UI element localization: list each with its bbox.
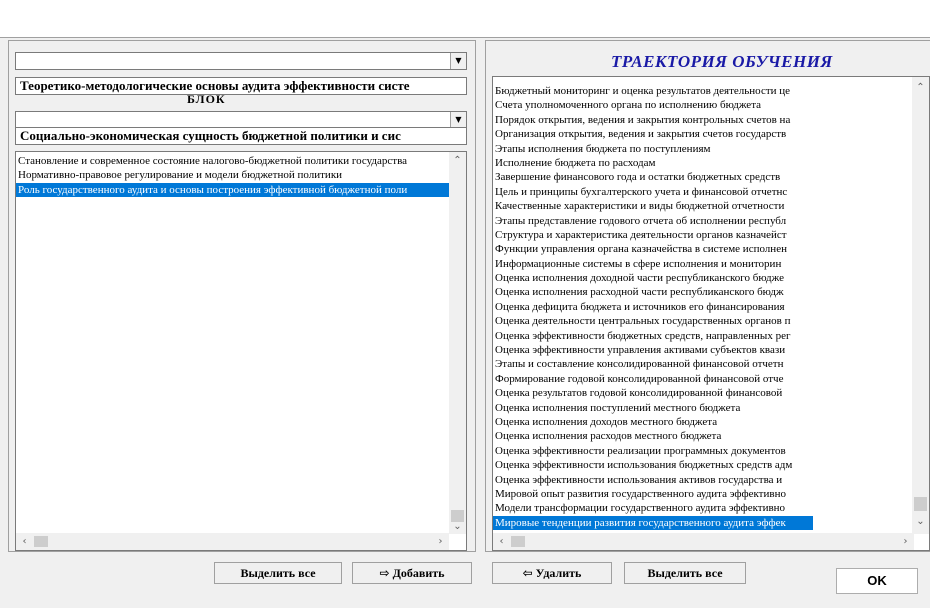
list-item[interactable]: Оценка эффективности использования актив… xyxy=(493,473,813,487)
select-all-left-label: Выделить все xyxy=(240,566,316,580)
add-button[interactable]: ⇨ Добавить xyxy=(352,562,472,584)
list-item[interactable]: Цель и принципы бухгалтерского учета и ф… xyxy=(493,185,813,199)
list-item[interactable]: Оценка эффективности управления активами… xyxy=(493,343,813,357)
list-item[interactable]: Бюджетный мониторинг и оценка результато… xyxy=(493,84,813,98)
scroll-right-icon[interactable]: › xyxy=(432,533,449,550)
list-item[interactable]: Оценка исполнения расходной части респуб… xyxy=(493,285,813,299)
list-item[interactable]: Мировые тенденции развития государственн… xyxy=(493,515,813,531)
delete-label: Удалить xyxy=(535,566,582,580)
arrow-right-icon: ⇨ xyxy=(379,566,390,580)
list-item[interactable]: Порядок открытия, ведения и закрытия кон… xyxy=(493,113,813,127)
list-item[interactable]: Роль государственного аудита и основы по… xyxy=(16,182,449,198)
list-item[interactable]: Оценка эффективности использования бюдже… xyxy=(493,458,813,472)
list-item[interactable]: Счета уполномоченного органа по исполнен… xyxy=(493,98,813,112)
trajectory-list[interactable]: Бюджетный мониторинг и оценка результато… xyxy=(492,76,930,551)
topic-list[interactable]: Становление и современное состояние нало… xyxy=(15,151,467,551)
ok-button[interactable]: OK xyxy=(836,568,918,594)
topic-heading: Социально-экономическая сущность бюджетн… xyxy=(15,127,467,145)
block-combo[interactable]: ▼ xyxy=(15,52,467,70)
scroll-left-icon[interactable]: ‹ xyxy=(493,533,510,550)
scroll-thumb[interactable] xyxy=(34,536,48,547)
scroll-up-icon[interactable]: ⌃ xyxy=(912,79,929,96)
scroll-right-icon[interactable]: › xyxy=(897,533,914,550)
list-item[interactable]: Формирование годовой консолидированной ф… xyxy=(493,372,813,386)
list-item[interactable]: Оценка эффективности реализации программ… xyxy=(493,444,813,458)
chevron-down-icon[interactable]: ▼ xyxy=(450,53,466,69)
list-item[interactable]: Оценка результатов годовой консолидирова… xyxy=(493,386,813,400)
list-item[interactable]: Структура и характеристика деятельности … xyxy=(493,228,813,242)
list-item[interactable]: Оценка исполнения расходов местного бюдж… xyxy=(493,429,813,443)
scroll-down-icon[interactable]: ⌄ xyxy=(912,513,929,530)
left-panel: ▼ Теоретико-методологические основы ауди… xyxy=(8,40,476,552)
vertical-scrollbar[interactable]: ⌃ ⌄ xyxy=(449,152,466,534)
block-heading: Теоретико-методологические основы аудита… xyxy=(15,77,467,95)
scroll-thumb[interactable] xyxy=(914,497,927,511)
scroll-down-icon[interactable]: ⌄ xyxy=(449,518,466,535)
trajectory-title: ТРАЕКТОРИЯ ОБУЧЕНИЯ xyxy=(611,52,833,71)
list-item[interactable]: Этапы и составление консолидированной фи… xyxy=(493,357,813,371)
ok-label: OK xyxy=(867,573,887,588)
delete-button[interactable]: ⇦ Удалить xyxy=(492,562,612,584)
chevron-down-icon[interactable]: ▼ xyxy=(450,112,466,128)
top-strip xyxy=(0,0,930,38)
add-label: Добавить xyxy=(392,566,445,580)
list-item[interactable]: Мировой опыт развития государственного а… xyxy=(493,487,813,501)
list-item[interactable]: Функции управления органа казначейства в… xyxy=(493,242,813,256)
list-item[interactable]: Модели трансформации государственного ау… xyxy=(493,501,813,515)
list-item[interactable]: Информационные системы в сфере исполнени… xyxy=(493,257,813,271)
arrow-left-icon: ⇦ xyxy=(522,566,533,580)
select-all-right-label: Выделить все xyxy=(647,566,723,580)
list-item[interactable]: Оценка исполнения доходов местного бюдже… xyxy=(493,415,813,429)
list-item[interactable]: Оценка исполнения доходной части республ… xyxy=(493,271,813,285)
list-item[interactable]: Оценка дефицита бюджета и источников его… xyxy=(493,300,813,314)
select-all-left-button[interactable]: Выделить все xyxy=(214,562,342,584)
list-item[interactable]: Исполнение бюджета по расходам xyxy=(493,156,813,170)
list-item[interactable]: Организация открытия, ведения и закрытия… xyxy=(493,127,813,141)
list-item[interactable]: Становление и современное состояние нало… xyxy=(16,154,449,168)
scroll-thumb[interactable] xyxy=(511,536,525,547)
list-item[interactable]: Оценка деятельности центральных государс… xyxy=(493,314,813,328)
select-all-right-button[interactable]: Выделить все xyxy=(624,562,746,584)
horizontal-scrollbar[interactable]: ‹ › xyxy=(493,533,914,550)
block-label: БЛОК xyxy=(187,92,226,106)
scroll-up-icon[interactable]: ⌃ xyxy=(449,152,466,169)
right-panel: ТРАЕКТОРИЯ ОБУЧЕНИЯ Бюджетный мониторинг… xyxy=(485,40,930,552)
list-item[interactable]: Качественные характеристики и виды бюдже… xyxy=(493,199,813,213)
list-item[interactable]: Оценка эффективности бюджетных средств, … xyxy=(493,329,813,343)
horizontal-scrollbar[interactable]: ‹ › xyxy=(16,533,449,550)
list-item[interactable]: Оценка исполнения поступлений местного б… xyxy=(493,401,813,415)
list-item[interactable]: Этапы представление годового отчета об и… xyxy=(493,214,813,228)
list-item[interactable]: Этапы исполнения бюджета по поступлениям xyxy=(493,142,813,156)
vertical-scrollbar[interactable]: ⌃ ⌄ xyxy=(912,77,929,534)
list-item[interactable]: Нормативно-правовое регулирование и моде… xyxy=(16,168,449,182)
list-item[interactable]: Завершение финансового года и остатки бю… xyxy=(493,170,813,184)
scroll-left-icon[interactable]: ‹ xyxy=(16,533,33,550)
